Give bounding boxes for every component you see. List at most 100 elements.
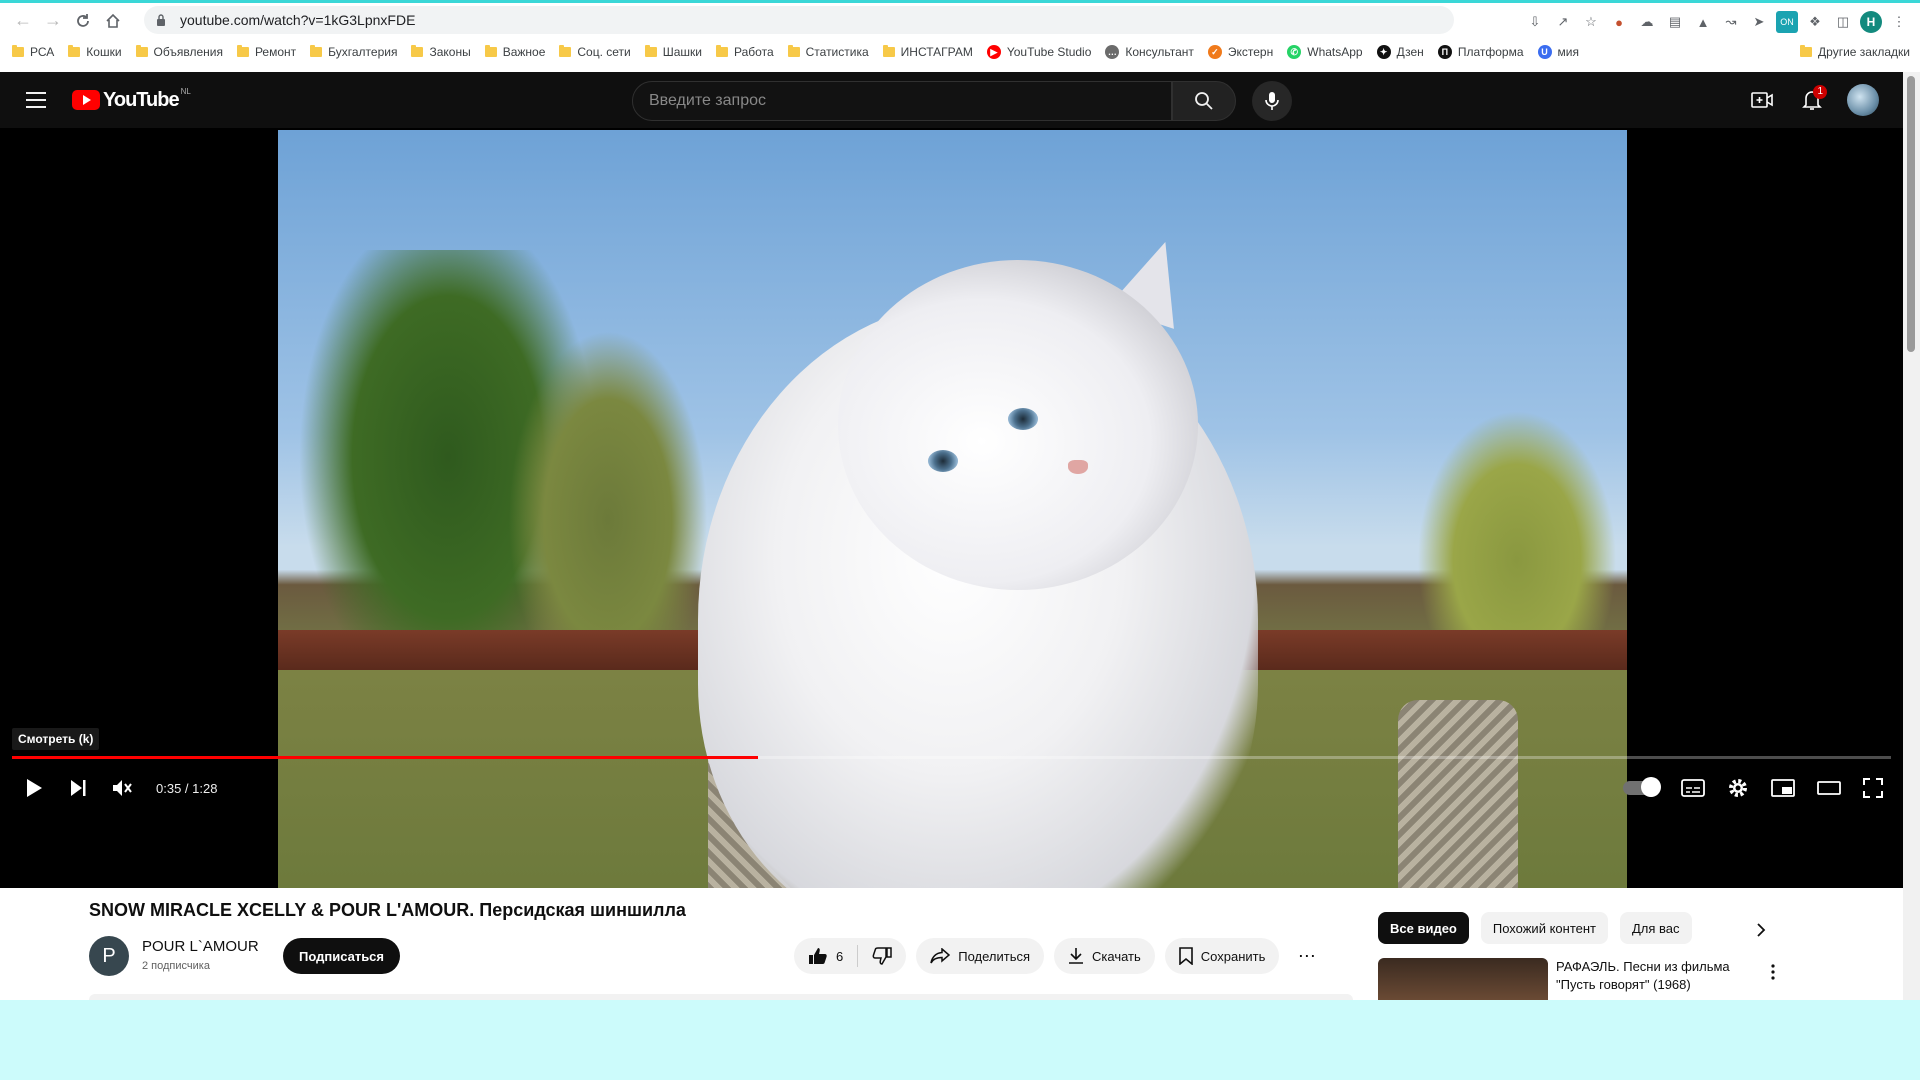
bookmark-item[interactable]: РСА [12,45,54,59]
video-cat-nose [1068,460,1088,474]
video-player[interactable]: Смотреть (k) 0:35 / 1:28 [0,128,1903,888]
recommendation-title[interactable]: РАФАЭЛЬ. Песни из фильма "Пусть говорят"… [1556,958,1766,1000]
extension-rocket-icon[interactable]: ➤ [1748,11,1770,33]
autoplay-toggle[interactable] [1623,777,1661,797]
folder-icon [1800,45,1813,57]
folder-icon [12,45,24,57]
recommendation-more-icon[interactable] [1766,960,1780,984]
bookmark-item[interactable]: Uмия [1537,45,1579,59]
bookmark-item[interactable]: Шашки [644,45,702,59]
extension-puzzle-gray-icon[interactable]: ▲ [1692,11,1714,33]
site-favicon-icon: ✆ [1287,45,1302,59]
extension-teal-icon[interactable]: ON [1776,11,1798,33]
bookmark-item[interactable]: ✦ Дзен [1376,45,1424,59]
video-cat-eye [1008,408,1038,430]
address-bar[interactable]: youtube.com/watch?v=1kG3LpnxFDE [144,6,1454,34]
player-controls-right [1623,770,1883,806]
save-button[interactable]: Сохранить [1164,938,1280,974]
other-bookmarks[interactable]: Другие закладки [1800,40,1910,64]
miniplayer-button[interactable] [1771,770,1795,806]
browser-menu-icon[interactable]: ⋮ [1888,11,1910,33]
bookmark-item[interactable]: Кошки [68,45,122,59]
bookmark-item[interactable]: ✆ WhatsApp [1287,45,1363,59]
chip-all[interactable]: Все видео [1378,912,1469,944]
create-video-icon [1751,92,1773,108]
bookmark-item[interactable]: ▶ YouTube Studio [986,45,1091,59]
dislike-button[interactable] [872,947,892,965]
bookmark-label: Бухгалтерия [328,45,398,59]
theater-mode-button[interactable] [1817,770,1841,806]
voice-search-button[interactable] [1252,81,1292,121]
share-page-icon[interactable]: ↗ [1552,11,1574,33]
bookmark-item[interactable]: Соц. сети [559,45,631,59]
folder-icon [787,45,800,57]
bookmark-item[interactable]: ✓ Экстерн [1207,45,1273,59]
extension-cloud-icon[interactable]: ☁ [1636,11,1658,33]
subscribe-button[interactable]: Подписаться [283,938,401,974]
address-row: ← → youtube.com/watch?v=1kG3LpnxFDE ⇩ ↗ … [0,4,1920,37]
bookmark-item[interactable]: … Консультант [1105,45,1194,59]
bookmark-item[interactable]: Статистика [787,45,869,59]
bookmarks-bar: РСА Кошки Объявления Ремонт Бухгалтерия Закон… [0,40,1920,64]
youtube-logo[interactable]: YouTube NL [72,87,191,113]
site-favicon-icon: U [1537,45,1552,59]
bookmark-item[interactable]: Ремонт [236,45,297,59]
channel-avatar[interactable]: P [89,936,129,976]
notification-badge: 1 [1813,85,1827,99]
like-button[interactable]: 6 [808,947,843,965]
chevron-right-icon [1757,923,1766,937]
notifications-button[interactable]: 1 [1797,85,1827,115]
mute-button[interactable] [100,770,144,806]
channel-name[interactable]: POUR L`AMOUR [142,938,259,955]
video-title: SNOW MIRACLE XCELLY & POUR L'AMOUR. Перс… [89,900,686,920]
bookmark-label: Ремонт [254,45,297,59]
search-icon [1195,92,1213,110]
bookmark-item[interactable]: Законы [411,45,471,59]
chip-filter[interactable]: Похожий контент [1480,912,1608,944]
search-button[interactable] [1172,81,1236,121]
bookmark-item[interactable]: Важное [484,45,545,59]
save-playlist-icon [1178,947,1193,965]
back-icon[interactable]: ← [8,6,38,36]
more-actions-button[interactable]: ⋯ [1289,938,1326,974]
share-button[interactable]: Поделиться [916,938,1045,974]
extension-window-icon[interactable]: ▤ [1664,11,1686,33]
bookmark-star-icon[interactable]: ☆ [1580,11,1602,33]
bookmark-label: Объявления [153,45,223,59]
forward-icon[interactable]: → [38,6,68,36]
download-button[interactable]: Скачать [1054,938,1155,974]
browser-chrome: ← → youtube.com/watch?v=1kG3LpnxFDE ⇩ ↗ … [0,0,1920,72]
side-panel-icon[interactable]: ◫ [1832,11,1854,33]
menu-icon[interactable] [24,89,48,111]
site-favicon-icon: ✦ [1376,45,1391,59]
settings-button[interactable] [1727,770,1749,806]
next-button[interactable] [56,770,100,806]
recommendation-thumbnail[interactable] [1378,958,1548,1000]
play-button[interactable] [12,770,56,806]
page-scrollbar[interactable] [1903,72,1920,1000]
home-icon[interactable] [98,6,128,36]
chip-filter[interactable]: Для вас [1620,912,1692,944]
chips-next-button[interactable] [1745,914,1777,946]
bookmark-item[interactable]: П Платформа [1437,45,1524,59]
fullscreen-button[interactable] [1863,770,1883,806]
subtitles-button[interactable] [1681,770,1705,806]
reload-icon[interactable] [68,6,98,36]
extension-red-icon[interactable]: ● [1608,11,1630,33]
profile-avatar[interactable]: Н [1860,11,1882,33]
bookmark-item[interactable]: Работа [716,45,774,59]
chrome-accent-line [0,0,1920,3]
search-input[interactable] [649,92,1171,110]
scrollbar-thumb[interactable] [1907,76,1915,352]
bookmark-item[interactable]: Бухгалтерия [310,45,397,59]
bookmark-item[interactable]: ИНСТАГРАМ [882,45,973,59]
extensions-puzzle-icon[interactable]: ❖ [1804,11,1826,33]
account-avatar[interactable] [1847,84,1879,116]
bookmark-item[interactable]: Объявления [135,45,223,59]
save-label: Сохранить [1200,948,1266,964]
progress-bar[interactable] [12,756,1891,759]
create-video-button[interactable] [1747,85,1777,115]
install-app-icon[interactable]: ⇩ [1524,11,1546,33]
folder-icon [411,45,424,57]
extension-arrow-icon[interactable]: ↝ [1720,11,1742,33]
